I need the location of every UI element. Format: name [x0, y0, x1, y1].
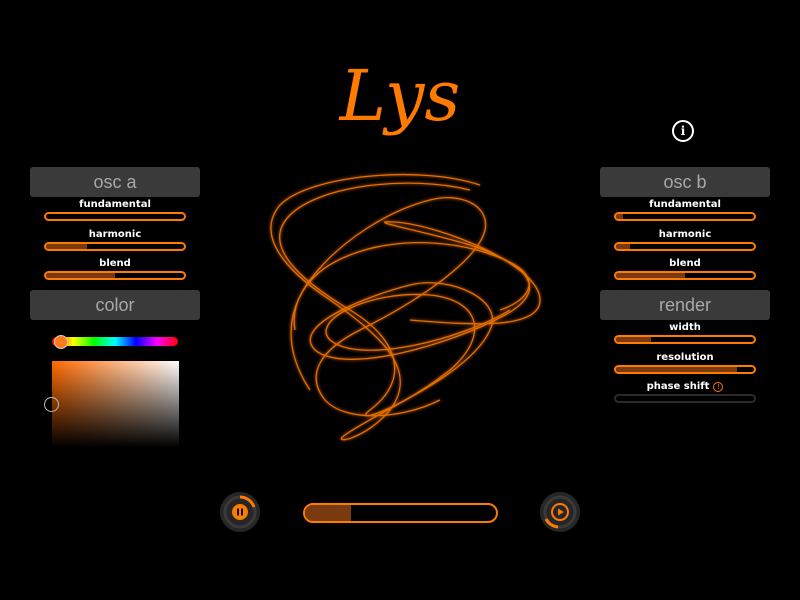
- hue-slider[interactable]: [52, 337, 178, 346]
- osc-b-fundamental-label: fundamental: [649, 199, 721, 210]
- osc-b-blend: blend: [600, 257, 770, 280]
- osc-b-harmonic: harmonic: [600, 228, 770, 251]
- osc-b-blend-label: blend: [669, 258, 701, 269]
- osc-a-header[interactable]: osc a: [30, 167, 200, 197]
- osc-a-fundamental: fundamental: [30, 198, 200, 221]
- hue-slider-knob[interactable]: [54, 335, 68, 349]
- pause-button[interactable]: [220, 492, 260, 532]
- osc-a-blend-slider[interactable]: [44, 271, 186, 280]
- render-width-label: width: [669, 322, 701, 333]
- svg-text:Lys: Lys: [338, 55, 461, 137]
- render-header[interactable]: render: [600, 290, 770, 320]
- osc-a-fundamental-slider[interactable]: [44, 212, 186, 221]
- phase-shift-label: phase shift: [646, 381, 710, 392]
- osc-a-fundamental-label: fundamental: [79, 199, 151, 210]
- render-width-slider[interactable]: [614, 335, 756, 344]
- info-icon: i: [680, 124, 686, 138]
- osc-a-harmonic: harmonic: [30, 228, 200, 251]
- color-picker-knob[interactable]: [44, 397, 59, 412]
- osc-b-harmonic-slider[interactable]: [614, 242, 756, 251]
- osc-a-blend: blend: [30, 257, 200, 280]
- render-phase-shift: phase shift !: [600, 380, 770, 403]
- osc-a-harmonic-slider[interactable]: [44, 242, 186, 251]
- osc-b-fundamental: fundamental: [600, 198, 770, 221]
- render-width: width: [600, 321, 770, 344]
- phase-shift-slider: [614, 394, 756, 403]
- render-resolution-slider[interactable]: [614, 365, 756, 374]
- osc-a-blend-label: blend: [99, 258, 131, 269]
- info-button[interactable]: i: [672, 120, 694, 142]
- render-resolution-label: resolution: [656, 352, 714, 363]
- osc-b-header[interactable]: osc b: [600, 167, 770, 197]
- app-logo: Lys: [338, 55, 461, 137]
- visualization-canvas: [270, 173, 541, 441]
- osc-b-harmonic-label: harmonic: [658, 229, 712, 240]
- osc-b-fundamental-slider[interactable]: [614, 212, 756, 221]
- warning-icon[interactable]: !: [713, 381, 724, 392]
- saturation-value-picker[interactable]: [52, 361, 179, 447]
- osc-a-harmonic-label: harmonic: [88, 229, 142, 240]
- play-icon: [543, 495, 577, 529]
- render-resolution: resolution: [600, 351, 770, 374]
- play-button[interactable]: [540, 492, 580, 532]
- pause-icon: [223, 495, 257, 529]
- color-header[interactable]: color: [30, 290, 200, 320]
- playback-progress-bar[interactable]: [303, 503, 498, 523]
- osc-b-blend-slider[interactable]: [614, 271, 756, 280]
